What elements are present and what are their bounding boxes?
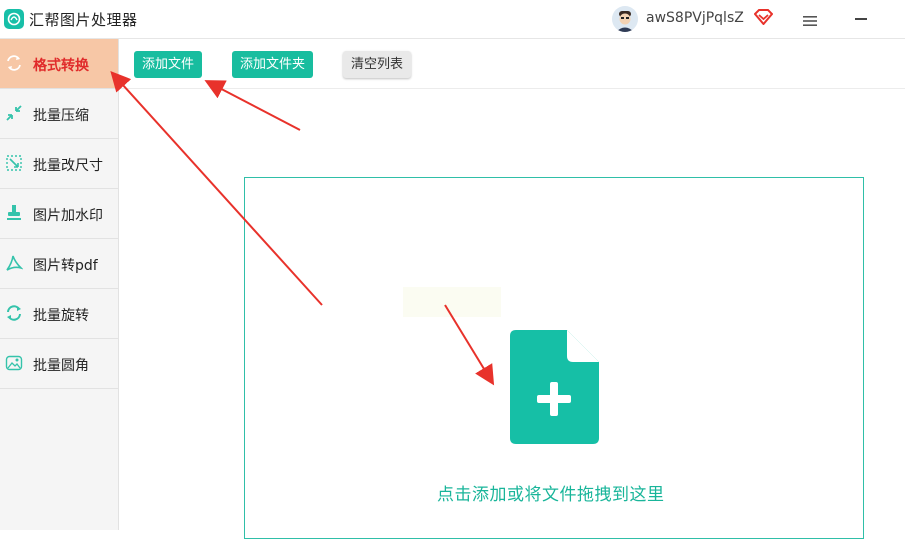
- username[interactable]: awS8PVjPqlsZ: [646, 10, 744, 26]
- sidebar-item-label: 图片加水印: [33, 208, 103, 224]
- sidebar-item-to-pdf[interactable]: 图片转pdf: [0, 239, 118, 289]
- sidebar-item-watermark[interactable]: 图片加水印: [0, 189, 118, 239]
- drop-hint-text[interactable]: 点击添加或将文件拖拽到这里: [437, 480, 665, 505]
- sidebar: 格式转换 批量压缩 批量改尺寸 图片加水印 图片转pdf 批量旋转 批量圆角: [0, 39, 119, 530]
- sidebar-item-label: 图片转pdf: [33, 258, 98, 274]
- compress-icon: [5, 104, 23, 122]
- title-bar: 汇帮图片处理器 awS8PVjPqlsZ: [0, 0, 905, 39]
- vip-diamond-icon[interactable]: [753, 9, 774, 29]
- toolbar-divider: [119, 88, 905, 89]
- resize-icon: [5, 154, 23, 172]
- add-folder-button[interactable]: 添加文件夹: [232, 51, 313, 78]
- sidebar-item-label: 批量圆角: [33, 358, 89, 374]
- add-file-icon[interactable]: [510, 330, 599, 448]
- sidebar-item-resize[interactable]: 批量改尺寸: [0, 139, 118, 189]
- sidebar-item-rotate[interactable]: 批量旋转: [0, 289, 118, 339]
- rotate-icon: [5, 304, 23, 322]
- watermark-icon: [5, 204, 23, 222]
- hamburger-menu-icon[interactable]: [803, 12, 817, 31]
- sidebar-item-label: 格式转换: [33, 58, 89, 74]
- round-corner-icon: [5, 354, 23, 372]
- format-convert-icon: [5, 54, 23, 72]
- pdf-icon: [5, 254, 24, 272]
- app-title: 汇帮图片处理器: [29, 11, 138, 29]
- sidebar-item-compress[interactable]: 批量压缩: [0, 89, 118, 139]
- sidebar-item-label: 批量旋转: [33, 308, 89, 324]
- sidebar-item-round-corner[interactable]: 批量圆角: [0, 339, 118, 389]
- clear-list-button[interactable]: 清空列表: [343, 51, 411, 78]
- annotation-arrow-to-add-file: [204, 80, 301, 131]
- app-logo-icon: [4, 9, 24, 29]
- sidebar-item-label: 批量压缩: [33, 108, 89, 124]
- sidebar-item-label: 批量改尺寸: [33, 158, 103, 174]
- user-avatar[interactable]: [612, 6, 638, 32]
- add-file-button[interactable]: 添加文件: [134, 51, 202, 78]
- tooltip-highlight: [403, 287, 501, 317]
- sidebar-item-format-convert[interactable]: 格式转换: [0, 39, 118, 89]
- minimize-icon[interactable]: [855, 18, 867, 20]
